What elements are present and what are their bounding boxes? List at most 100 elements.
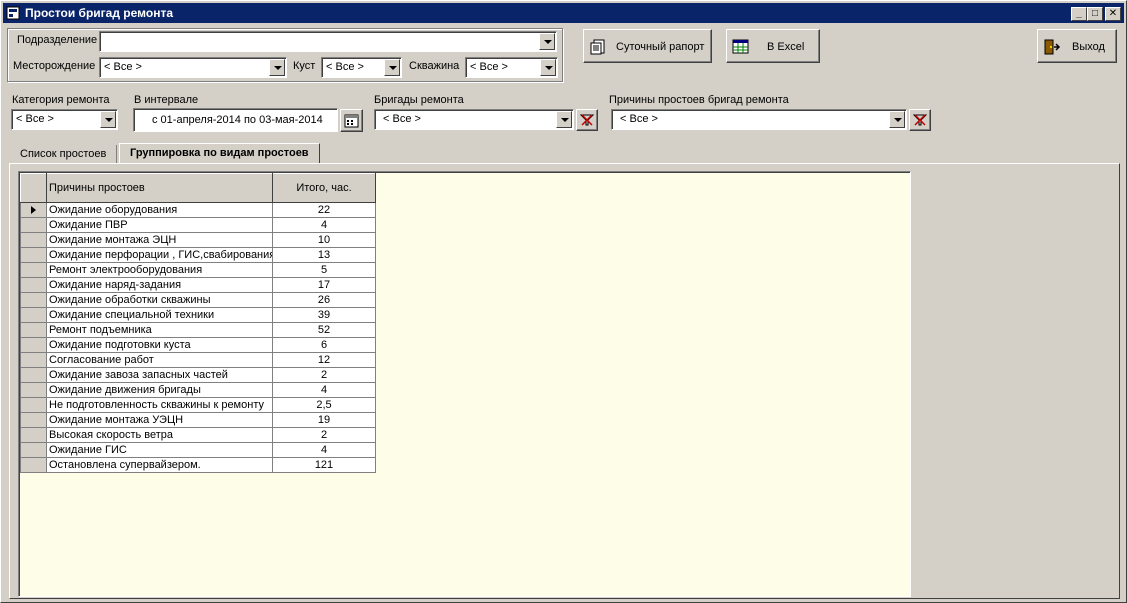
cell-reason[interactable]: Ожидание оборудования — [46, 202, 273, 218]
row-indicator[interactable] — [20, 247, 47, 263]
chevron-down-icon[interactable] — [889, 111, 905, 128]
cell-reason[interactable]: Ожидание перфорации , ГИС,свабирования — [46, 247, 273, 263]
table-row[interactable]: Ожидание монтажа ЭЦН 10 — [20, 232, 376, 248]
row-indicator[interactable] — [20, 352, 47, 368]
cell-reason[interactable]: Ожидание обработки скважины — [46, 292, 273, 308]
table-row[interactable]: Ожидание монтажа УЭЦН 19 — [20, 412, 376, 428]
cell-reason[interactable]: Ожидание монтажа УЭЦН — [46, 412, 273, 428]
cell-total[interactable]: 2 — [272, 427, 376, 443]
cell-reason[interactable]: Ожидание подготовки куста — [46, 337, 273, 353]
chevron-down-icon[interactable] — [540, 59, 556, 76]
title-bar[interactable]: Простои бригад ремонта _ □ ✕ — [3, 3, 1124, 23]
cell-reason[interactable]: Ожидание ПВР — [46, 217, 273, 233]
table-row[interactable]: Ожидание обработки скважины 26 — [20, 292, 376, 308]
cell-reason[interactable]: Высокая скорость ветра — [46, 427, 273, 443]
clear-reasons-button[interactable] — [909, 109, 931, 131]
cell-reason[interactable]: Остановлена супервайзером. — [46, 457, 273, 473]
cell-total[interactable]: 2 — [272, 367, 376, 383]
cell-reason[interactable]: Ожидание монтажа ЭЦН — [46, 232, 273, 248]
reasons-combo[interactable]: < Все > — [611, 109, 907, 130]
maximize-button[interactable]: □ — [1087, 7, 1103, 21]
row-indicator[interactable] — [20, 217, 47, 233]
brigades-combo[interactable]: < Все > — [374, 109, 574, 130]
field-combo[interactable]: < Все > — [99, 57, 287, 78]
row-indicator[interactable] — [20, 277, 47, 293]
table-row[interactable]: Высокая скорость ветра 2 — [20, 427, 376, 443]
category-combo[interactable]: < Все > — [11, 109, 118, 130]
cell-reason[interactable]: Ожидание наряд-задания — [46, 277, 273, 293]
row-indicator[interactable] — [20, 442, 47, 458]
cell-reason[interactable]: Согласование работ — [46, 352, 273, 368]
cell-total[interactable]: 5 — [272, 262, 376, 278]
row-indicator[interactable] — [20, 337, 47, 353]
row-indicator[interactable] — [20, 367, 47, 383]
tab-grouping[interactable]: Группировка по видам простоев — [119, 143, 320, 163]
row-indicator[interactable] — [20, 412, 47, 428]
table-row[interactable]: Ожидание движения бригады 4 — [20, 382, 376, 398]
cell-reason[interactable]: Ремонт подъемника — [46, 322, 273, 338]
downtime-grid[interactable]: Причины простоев Итого, час. Ожидание об… — [18, 171, 911, 597]
excel-button[interactable]: В Excel — [726, 29, 820, 63]
chevron-down-icon[interactable] — [384, 59, 400, 76]
cell-total[interactable]: 4 — [272, 217, 376, 233]
table-row[interactable]: Ожидание ПВР 4 — [20, 217, 376, 233]
cell-total[interactable]: 2,5 — [272, 397, 376, 413]
close-button[interactable]: ✕ — [1105, 7, 1121, 21]
chevron-down-icon[interactable] — [100, 111, 116, 128]
division-combo[interactable] — [99, 31, 557, 52]
cell-total[interactable]: 22 — [272, 202, 376, 218]
table-row[interactable]: Ожидание наряд-задания 17 — [20, 277, 376, 293]
table-row[interactable]: Ремонт электрооборудования 5 — [20, 262, 376, 278]
table-row[interactable]: Остановлена супервайзером. 121 — [20, 457, 376, 473]
row-indicator[interactable] — [20, 307, 47, 323]
table-row[interactable]: Согласование работ 12 — [20, 352, 376, 368]
minimize-button[interactable]: _ — [1071, 7, 1087, 21]
cell-total[interactable]: 19 — [272, 412, 376, 428]
calendar-button[interactable] — [340, 109, 363, 132]
clear-brigades-button[interactable] — [576, 109, 598, 131]
row-indicator[interactable] — [20, 292, 47, 308]
cell-reason[interactable]: Не подготовленность скважины к ремонту — [46, 397, 273, 413]
table-row[interactable]: Ожидание перфорации , ГИС,свабирования 13 — [20, 247, 376, 263]
cell-total[interactable]: 26 — [272, 292, 376, 308]
cell-total[interactable]: 121 — [272, 457, 376, 473]
table-row[interactable]: Не подготовленность скважины к ремонту 2,… — [20, 397, 376, 413]
cell-total[interactable]: 4 — [272, 382, 376, 398]
cell-total[interactable]: 13 — [272, 247, 376, 263]
row-indicator[interactable] — [20, 397, 47, 413]
well-combo[interactable]: < Все > — [465, 57, 558, 78]
table-row[interactable]: Ожидание специальной техники 39 — [20, 307, 376, 323]
table-row[interactable]: Ожидание ГИС 4 — [20, 442, 376, 458]
interval-field[interactable]: с 01-апреля-2014 по 03-мая-2014 — [133, 108, 338, 132]
table-row[interactable]: Ремонт подъемника 52 — [20, 322, 376, 338]
cell-total[interactable]: 4 — [272, 442, 376, 458]
row-indicator[interactable] — [20, 262, 47, 278]
cell-total[interactable]: 10 — [272, 232, 376, 248]
column-header-reason[interactable]: Причины простоев — [46, 173, 273, 203]
cell-reason[interactable]: Ожидание ГИС — [46, 442, 273, 458]
row-indicator[interactable] — [20, 232, 47, 248]
chevron-down-icon[interactable] — [539, 33, 555, 50]
table-row[interactable]: Ожидание подготовки куста 6 — [20, 337, 376, 353]
cell-total[interactable]: 6 — [272, 337, 376, 353]
table-row[interactable]: Ожидание оборудования 22 — [20, 202, 376, 218]
row-indicator[interactable] — [20, 202, 47, 218]
cell-total[interactable]: 39 — [272, 307, 376, 323]
row-indicator[interactable] — [20, 382, 47, 398]
chevron-down-icon[interactable] — [269, 59, 285, 76]
daily-report-button[interactable]: Суточный рапорт — [583, 29, 712, 63]
exit-button[interactable]: Выход — [1037, 29, 1117, 63]
cell-total[interactable]: 12 — [272, 352, 376, 368]
row-indicator[interactable] — [20, 427, 47, 443]
cell-total[interactable]: 52 — [272, 322, 376, 338]
cell-reason[interactable]: Ремонт электрооборудования — [46, 262, 273, 278]
cell-reason[interactable]: Ожидание завоза запасных частей — [46, 367, 273, 383]
table-row[interactable]: Ожидание завоза запасных частей 2 — [20, 367, 376, 383]
row-indicator[interactable] — [20, 322, 47, 338]
cell-total[interactable]: 17 — [272, 277, 376, 293]
cell-reason[interactable]: Ожидание специальной техники — [46, 307, 273, 323]
row-indicator[interactable] — [20, 457, 47, 473]
cell-reason[interactable]: Ожидание движения бригады — [46, 382, 273, 398]
cluster-combo[interactable]: < Все > — [321, 57, 402, 78]
column-header-total[interactable]: Итого, час. — [272, 173, 376, 203]
